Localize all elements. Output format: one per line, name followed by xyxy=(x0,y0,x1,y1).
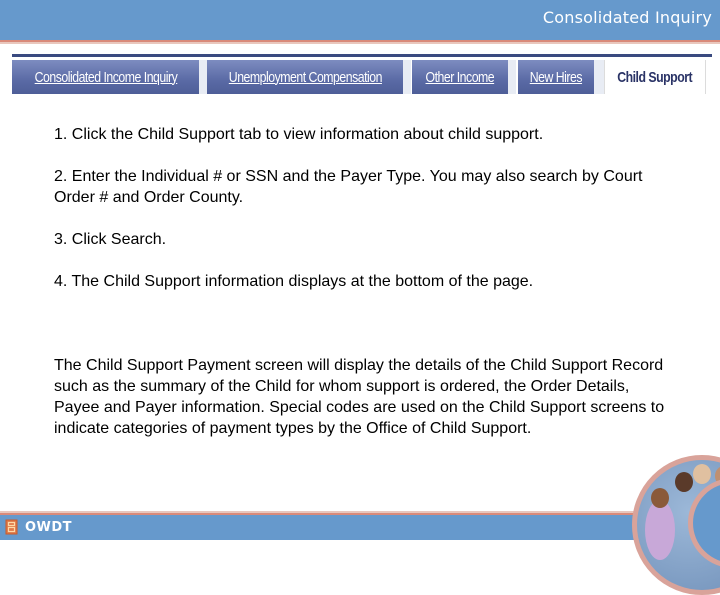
instruction-step-2: 2. Enter the Individual # or SSN and the… xyxy=(54,168,643,206)
person-head xyxy=(675,472,693,492)
tab-child-support[interactable]: Child Support xyxy=(604,60,706,94)
tab-separator xyxy=(594,60,604,94)
tab-label: Other Income xyxy=(425,68,495,86)
owdt-logo: OWDT xyxy=(5,519,72,535)
tab-separator xyxy=(508,60,516,94)
tab-bar: Consolidated Income Inquiry Unemployment… xyxy=(12,54,712,94)
tab-label: Child Support xyxy=(617,68,693,86)
owdt-logo-text: OWDT xyxy=(25,519,73,535)
instructions: 1. Click the Child Support tab to view i… xyxy=(54,124,674,439)
instruction-step-4: 4. The Child Support information display… xyxy=(54,273,534,290)
page-title: Consolidated Inquiry xyxy=(542,8,712,27)
tab-consolidated-income-inquiry[interactable]: Consolidated Income Inquiry xyxy=(12,60,199,94)
instruction-step-1: 1. Click the Child Support tab to view i… xyxy=(54,126,544,143)
header-divider-light xyxy=(0,42,720,44)
tab-label: New Hires xyxy=(529,68,583,86)
person-figure xyxy=(645,500,675,560)
tab-separator xyxy=(199,60,207,94)
description-paragraph: The Child Support Payment screen will di… xyxy=(54,357,665,437)
tab-other-income[interactable]: Other Income xyxy=(412,60,508,94)
tab-label: Consolidated Income Inquiry xyxy=(34,68,177,86)
person-head xyxy=(693,464,711,484)
tab-label: Unemployment Compensation xyxy=(228,68,382,86)
footer-bar xyxy=(0,515,720,540)
person-head xyxy=(651,488,669,508)
owdt-logo-icon xyxy=(5,519,19,535)
tab-unemployment-compensation[interactable]: Unemployment Compensation xyxy=(207,60,403,94)
instruction-step-3: 3. Click Search. xyxy=(54,231,167,248)
tab-new-hires[interactable]: New Hires xyxy=(518,60,594,94)
tab-separator xyxy=(403,60,411,94)
